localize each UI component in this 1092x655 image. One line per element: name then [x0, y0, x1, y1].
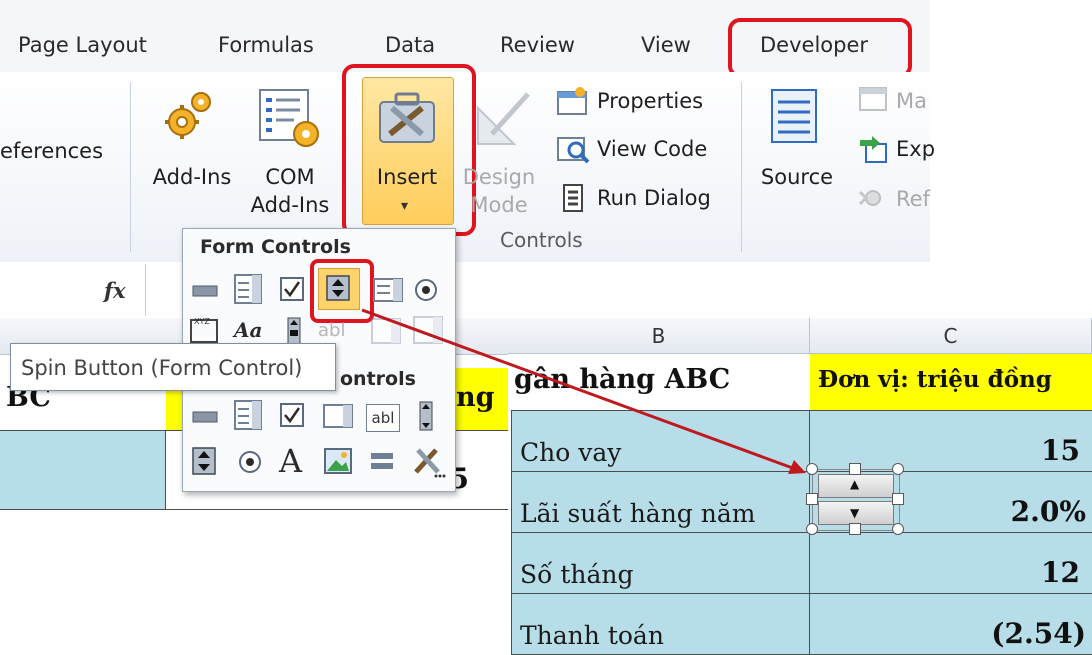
annotation-arrow [361, 308, 806, 474]
